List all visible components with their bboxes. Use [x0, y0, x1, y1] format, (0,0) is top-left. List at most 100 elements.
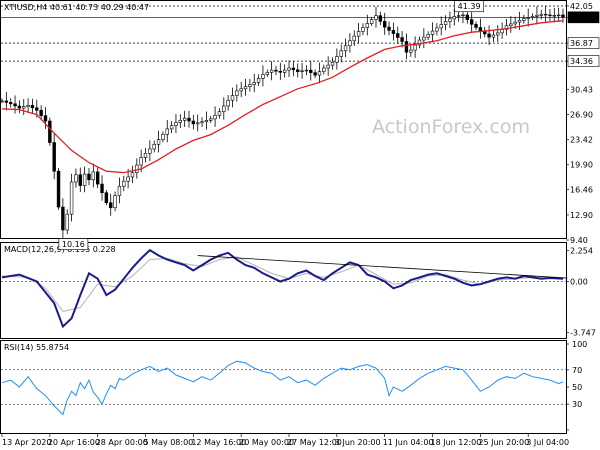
candle-body	[456, 15, 461, 17]
candle-body	[200, 121, 204, 124]
candle-body	[313, 72, 317, 76]
chart-window: ActionForex.com XTIUSD,H4 40.61 40.73 40…	[0, 0, 600, 450]
candle-body	[109, 202, 113, 209]
candle-body	[43, 115, 48, 122]
candle-body	[291, 67, 296, 71]
candle-body	[535, 15, 539, 17]
candle-body	[191, 120, 196, 125]
candle-body	[343, 45, 348, 52]
candle-body	[430, 30, 435, 35]
candle-body	[122, 180, 126, 187]
candle-body	[0, 100, 4, 103]
candle-body	[213, 114, 217, 120]
candle-body	[182, 117, 187, 121]
candle-body	[426, 34, 430, 38]
candle-body	[135, 164, 139, 173]
candle-body	[422, 36, 426, 41]
candle-body	[556, 14, 561, 17]
candle-body	[452, 16, 456, 20]
candle-body	[296, 69, 300, 72]
price-title: XTIUSD,H4 40.61 40.73 40.29 40.47	[4, 3, 149, 12]
candle-body	[539, 13, 543, 16]
candle-body	[13, 103, 17, 107]
candle-body	[526, 17, 530, 19]
candle-body	[435, 27, 439, 32]
candle-body	[352, 35, 356, 42]
candle-body	[56, 170, 61, 208]
candle-body	[443, 21, 448, 25]
candle-body	[304, 69, 309, 72]
candle-body	[491, 34, 496, 38]
candle-body	[265, 71, 269, 75]
candle-body	[130, 172, 135, 178]
candle-body	[243, 86, 248, 90]
x-tick-label: 18 Jun 12:00	[431, 438, 482, 447]
candle-body	[522, 18, 526, 21]
candle-body	[278, 70, 283, 73]
candle-body	[269, 69, 274, 73]
x-tick-label: 25 Jun 20:00	[478, 438, 529, 447]
x-axis: 13 Apr 202020 Apr 16:0028 Apr 00:005 May…	[1, 434, 569, 447]
y-tick-label: 23.42	[570, 136, 593, 145]
candle-body	[165, 128, 169, 135]
candle-body	[322, 67, 326, 72]
x-tick-label: 27 May 12:00	[287, 438, 342, 447]
candle-body	[39, 109, 43, 116]
candle-body	[543, 13, 548, 16]
y-tick-label: 0.00	[570, 277, 588, 286]
x-tick-label: 28 Apr 00:00	[96, 438, 148, 447]
candle-body	[517, 20, 522, 23]
candle-body	[143, 152, 148, 158]
price-annotation-label: 10.16	[62, 240, 85, 249]
candle-body	[496, 32, 500, 36]
candle-body	[156, 139, 161, 145]
candle-body	[387, 26, 391, 31]
x-tick-label: 5 May 08:00	[144, 438, 194, 447]
candle-body	[226, 99, 230, 107]
candle-body	[439, 24, 443, 29]
y-tick-label: 26.90	[570, 111, 593, 120]
candle-body	[317, 71, 322, 76]
candle-body	[195, 122, 200, 125]
candle-body	[61, 206, 65, 231]
y-tick-label: 42.05	[570, 2, 593, 11]
candle-body	[365, 23, 370, 28]
candle-body	[335, 56, 339, 63]
y-tick-label: 40.47	[570, 13, 593, 22]
candle-body	[222, 105, 226, 113]
candle-body	[396, 33, 400, 38]
candle-body	[4, 100, 9, 103]
candle-body	[87, 173, 91, 181]
x-tick-label: 12 May 16:00	[191, 438, 246, 447]
candle-body	[448, 18, 452, 22]
y-tick-label: 9.40	[570, 236, 588, 245]
candle-body	[369, 19, 374, 24]
candle-body	[282, 69, 287, 73]
candle-body	[261, 74, 265, 79]
x-tick-label: 13 Apr 2020	[2, 438, 51, 447]
candle-body	[78, 174, 82, 186]
candle-body	[487, 33, 491, 38]
candle-body	[113, 195, 117, 209]
candle-body	[52, 142, 56, 172]
candle-body	[82, 173, 87, 186]
candle-body	[461, 14, 465, 17]
candle-body	[287, 67, 291, 71]
candle-body	[404, 41, 409, 53]
candle-body	[161, 133, 165, 140]
candle-body	[339, 50, 343, 57]
x-tick-label: 20 May 00:00	[239, 438, 294, 447]
candle-body	[235, 90, 239, 96]
candle-body	[126, 176, 130, 182]
candle-body	[374, 15, 378, 20]
candle-body	[252, 82, 256, 85]
rsi-line	[1, 360, 564, 416]
y-tick-label: 30	[572, 400, 582, 409]
candle-body	[22, 106, 26, 109]
macd-layer: 2.254 0.00 -3.747	[1, 247, 596, 338]
candle-body	[330, 61, 335, 66]
candle-body	[474, 23, 478, 28]
y-tick-label: 30.43	[570, 85, 593, 94]
y-tick-label: 70	[572, 366, 582, 375]
candle-body	[309, 69, 313, 73]
